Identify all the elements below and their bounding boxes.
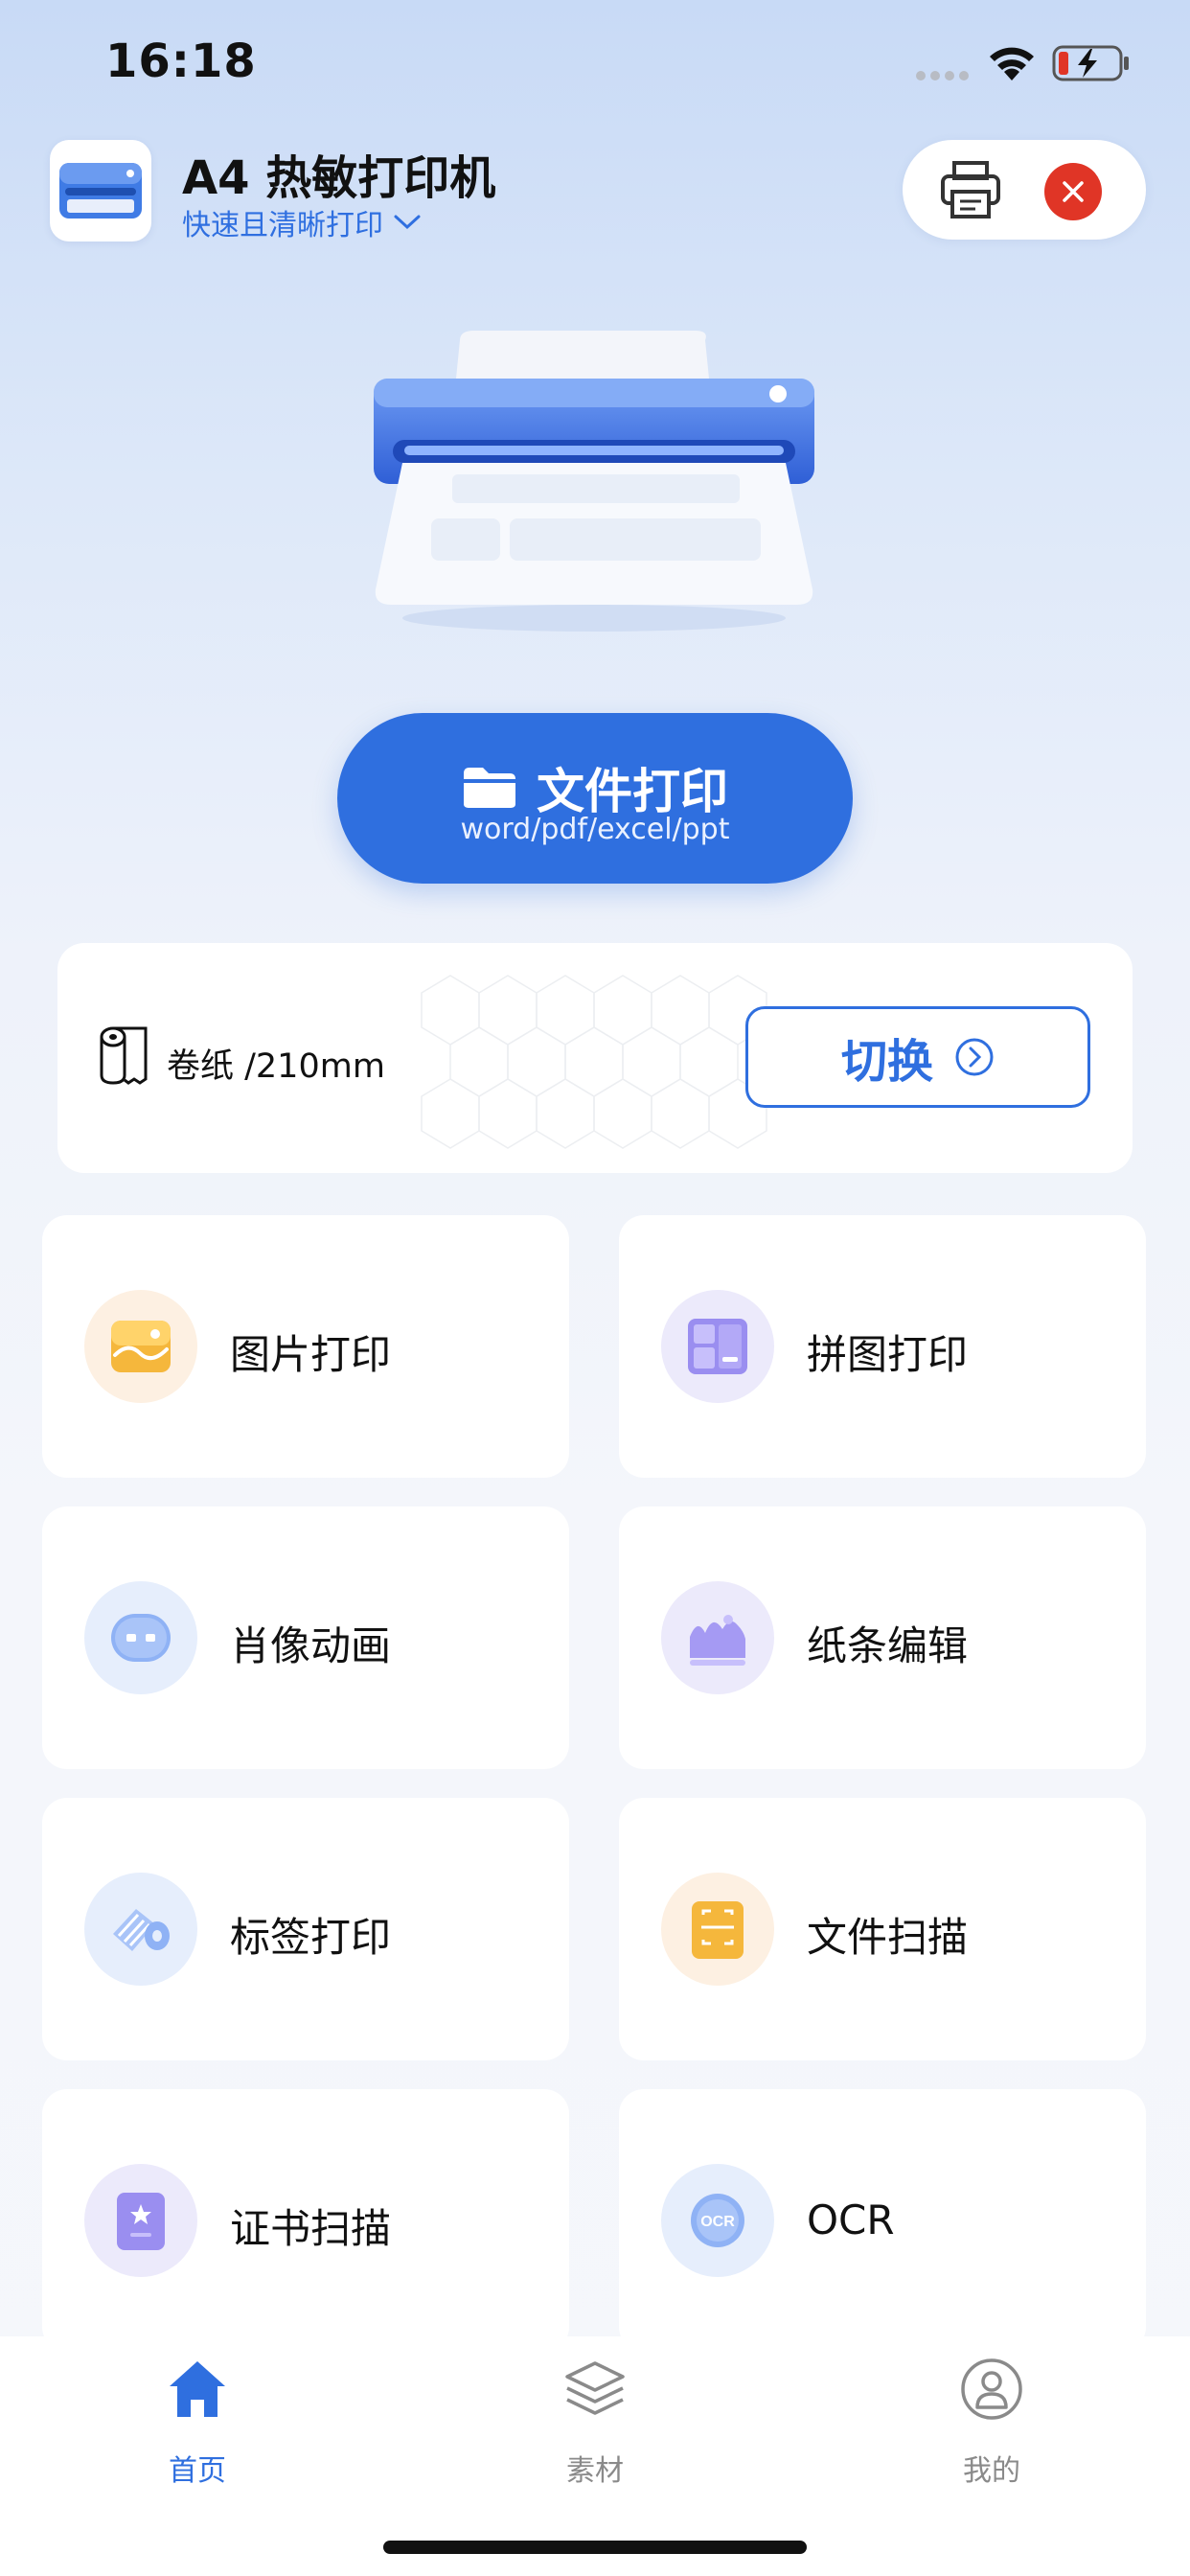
certificate-icon	[84, 2164, 197, 2277]
mountain-picture-icon	[661, 1581, 774, 1694]
switch-label: 切换	[840, 1035, 933, 1089]
feature-label: 拼图打印	[807, 1331, 969, 1378]
home-icon	[170, 2361, 225, 2417]
image-icon	[84, 1290, 197, 1403]
printer-icon[interactable]	[939, 159, 1002, 220]
layers-icon	[565, 2361, 625, 2415]
paper-roll-icon	[100, 1026, 148, 1085]
app-subtitle: 快速且清晰打印	[182, 209, 383, 242]
file-print-button[interactable]: 文件打印 word/pdf/excel/ppt	[337, 713, 853, 884]
app-logo	[50, 140, 151, 242]
app-title: A4 热敏打印机	[182, 151, 496, 205]
printer-mode-selector[interactable]: 快速且清晰打印	[182, 201, 422, 243]
feature-file-scan[interactable]: 文件扫描	[619, 1798, 1146, 2060]
paper-settings-card: 卷纸 /210mm 切换	[57, 943, 1133, 1173]
tab-mine-label: 我的	[963, 2454, 1020, 2488]
feature-label-print[interactable]: 标签打印	[42, 1798, 569, 2060]
tab-home-label: 首页	[169, 2454, 226, 2488]
tab-home[interactable]: 首页	[102, 2358, 293, 2492]
home-indicator	[383, 2541, 807, 2554]
portrait-animation-icon	[84, 1581, 197, 1694]
tab-material[interactable]: 素材	[499, 2358, 691, 2492]
feature-certificate-scan[interactable]: 证书扫描	[42, 2089, 569, 2352]
feature-note-edit[interactable]: 纸条编辑	[619, 1506, 1146, 1769]
hexagon-pattern	[421, 975, 767, 1149]
chevron-right-circle-icon	[955, 1038, 994, 1076]
printer-illustration	[374, 331, 814, 632]
status-time: 16:18	[105, 34, 257, 88]
feature-collage-print[interactable]: 拼图打印	[619, 1215, 1146, 1478]
device-control-pill	[903, 140, 1146, 240]
feature-label: 纸条编辑	[807, 1622, 969, 1669]
signal-icon	[916, 71, 969, 80]
svg-text:OCR: OCR	[700, 2214, 735, 2230]
tab-material-label: 素材	[566, 2454, 624, 2488]
feature-portrait-animation[interactable]: 肖像动画	[42, 1506, 569, 1769]
feature-label: 标签打印	[230, 1914, 392, 1961]
chevron-down-icon	[394, 215, 421, 230]
folder-icon	[464, 768, 515, 808]
feature-label: 图片打印	[230, 1331, 392, 1378]
wifi-icon	[990, 47, 1034, 80]
switch-paper-button[interactable]: 切换	[745, 1006, 1090, 1108]
feature-label: 证书扫描	[230, 2205, 392, 2252]
collage-icon	[661, 1290, 774, 1403]
close-icon	[1063, 181, 1084, 202]
feature-ocr[interactable]: OCR OCR	[619, 2089, 1146, 2352]
battery-charging-icon	[1052, 45, 1129, 81]
feature-label: OCR	[807, 2196, 895, 2243]
user-icon	[961, 2358, 1022, 2420]
tab-mine[interactable]: 我的	[896, 2358, 1087, 2492]
ocr-icon: OCR	[661, 2164, 774, 2277]
printer-logo-icon	[59, 163, 142, 218]
scan-icon	[661, 1873, 774, 1986]
label-roll-icon	[84, 1873, 197, 1986]
paper-size-label: 卷纸 /210mm	[167, 1047, 385, 1086]
feature-image-print[interactable]: 图片打印	[42, 1215, 569, 1478]
close-button[interactable]	[1044, 163, 1102, 220]
feature-label: 肖像动画	[230, 1622, 392, 1669]
feature-label: 文件扫描	[807, 1914, 969, 1961]
status-bar: 16:18	[0, 0, 1190, 125]
file-print-formats: word/pdf/excel/ppt	[460, 813, 730, 846]
